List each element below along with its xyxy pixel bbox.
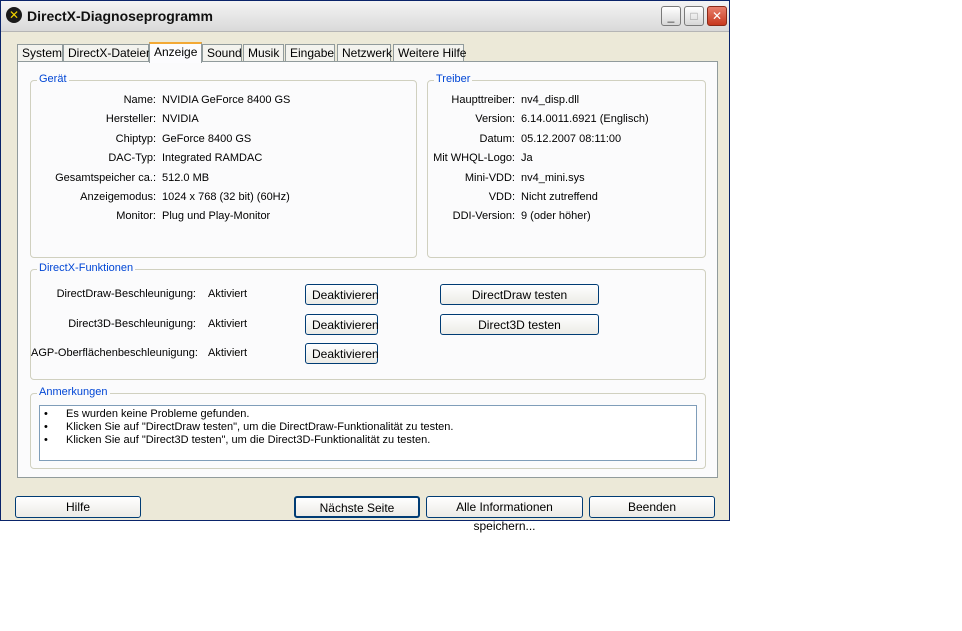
notes-group: Anmerkungen • Es wurden keine Probleme ge… bbox=[30, 386, 706, 469]
window-title: DirectX-Diagnoseprogramm bbox=[27, 8, 213, 24]
close-button[interactable]: ✕ bbox=[707, 6, 727, 26]
directdraw-test-button[interactable]: DirectDraw testen bbox=[440, 284, 599, 305]
direct3d-disable-button[interactable]: Deaktivieren bbox=[305, 314, 379, 335]
tab-network[interactable]: Netzwerk bbox=[337, 44, 392, 62]
tab-directx-files[interactable]: DirectX-Dateien bbox=[63, 44, 153, 62]
agp-disable-button[interactable]: Deaktivieren bbox=[305, 343, 379, 364]
close-icon: ✕ bbox=[711, 9, 723, 23]
device-group: Gerät Name: NVIDIA GeForce 8400 GS Herste… bbox=[30, 73, 417, 258]
directx-icon: ✕ bbox=[6, 7, 22, 23]
maximize-icon: □ bbox=[690, 9, 698, 23]
save-all-info-button[interactable]: Alle Informationen speichern... bbox=[426, 496, 583, 533]
directdraw-disable-button[interactable]: Deaktivieren bbox=[305, 284, 379, 305]
notes-textbox[interactable]: • Es wurden keine Probleme gefunden. • Kli… bbox=[39, 405, 697, 461]
driver-group: Treiber Haupttreiber: nv4_disp.dll Versio… bbox=[427, 73, 706, 258]
direct3d-test-button[interactable]: Direct3D testen bbox=[440, 314, 599, 335]
next-page-button[interactable]: Nächste Seite bbox=[294, 496, 420, 518]
tab-sound[interactable]: Sound bbox=[202, 44, 242, 62]
minimize-icon: _ bbox=[667, 9, 675, 23]
title-bar[interactable]: ✕ DirectX-Diagnoseprogramm _ □ ✕ bbox=[1, 1, 729, 32]
notes-title: Anmerkungen bbox=[37, 386, 110, 398]
tab-system[interactable]: System bbox=[17, 44, 63, 62]
maximize-button[interactable]: □ bbox=[684, 6, 704, 26]
driver-group-title: Treiber bbox=[434, 73, 473, 85]
note-item: • Es wurden keine Probleme gefunden. bbox=[44, 408, 250, 420]
dxdiag-window: ✕ DirectX-Diagnoseprogramm _ □ ✕ System … bbox=[0, 0, 730, 533]
minimize-button[interactable]: _ bbox=[661, 6, 681, 26]
tab-input[interactable]: Eingabe bbox=[285, 44, 335, 62]
exit-button[interactable]: Beenden bbox=[589, 496, 715, 518]
note-item: • Klicken Sie auf "DirectDraw testen", um… bbox=[44, 421, 454, 433]
tab-display[interactable]: Anzeige bbox=[149, 42, 202, 63]
directx-features-title: DirectX-Funktionen bbox=[37, 262, 136, 274]
display-tab-panel: Gerät Name: NVIDIA GeForce 8400 GS Herste… bbox=[17, 61, 718, 478]
directx-features-group: DirectX-Funktionen DirectDraw-Beschleuni… bbox=[30, 262, 706, 380]
note-item: • Klicken Sie auf "Direct3D testen", um d… bbox=[44, 434, 431, 446]
tab-music[interactable]: Musik bbox=[243, 44, 284, 62]
device-group-title: Gerät bbox=[37, 73, 69, 85]
tab-more-help[interactable]: Weitere Hilfe bbox=[393, 44, 466, 62]
help-button[interactable]: Hilfe bbox=[15, 496, 141, 518]
